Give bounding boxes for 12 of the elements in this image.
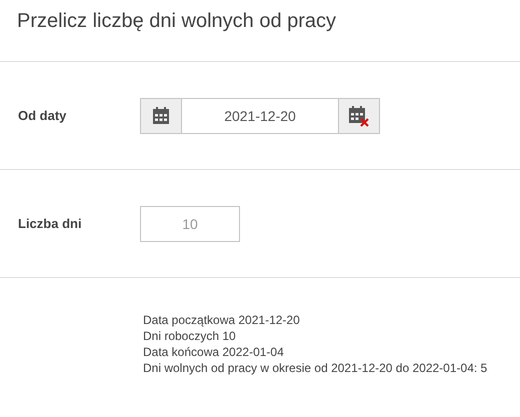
field-label: Od daty xyxy=(18,108,68,123)
field-label: Liczba dni xyxy=(18,216,83,231)
result-text: Dni roboczych 10 xyxy=(143,328,236,344)
result-text: Data końcowa 2022-01-04 xyxy=(143,344,284,360)
calendar-button[interactable] xyxy=(140,98,182,134)
calendar-clear-icon xyxy=(347,104,371,126)
page-title: Przelicz liczbę dni wolnych od pracy xyxy=(16,9,338,34)
result-text: Dni wolnych od pracy w okresie od 2021-12-20 do 2022-01-04: 5 xyxy=(143,360,488,376)
clear-date-button[interactable] xyxy=(338,98,380,134)
date-field[interactable]: 2021-12-20 xyxy=(182,98,338,134)
calendar-icon xyxy=(151,106,171,126)
result-text: Data początkowa 2021-12-20 xyxy=(143,312,300,328)
